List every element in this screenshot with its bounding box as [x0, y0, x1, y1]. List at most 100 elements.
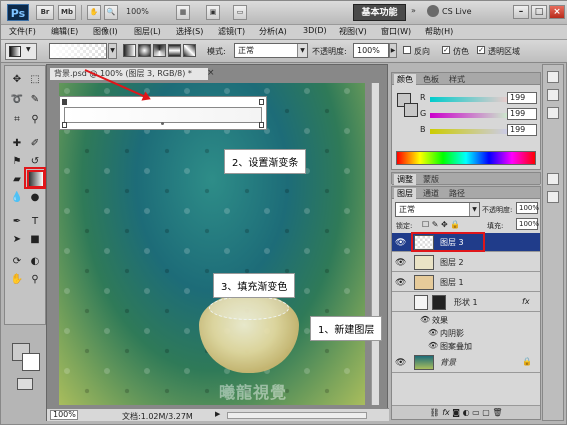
- menu-window[interactable]: 窗口(W): [381, 26, 411, 37]
- gradient-picker[interactable]: [49, 43, 107, 59]
- b-value[interactable]: 199: [507, 124, 537, 136]
- layer-row[interactable]: 👁 图层 2: [392, 253, 540, 272]
- diamond-gradient-icon[interactable]: [183, 44, 196, 57]
- effects-row[interactable]: 👁 效果: [392, 313, 540, 326]
- dodge-icon[interactable]: ●: [27, 190, 43, 206]
- radial-gradient-icon[interactable]: [138, 44, 151, 57]
- linear-gradient-icon[interactable]: [123, 44, 136, 57]
- blur-icon[interactable]: 💧: [9, 190, 25, 206]
- eye-icon[interactable]: 👁: [420, 315, 430, 324]
- fx-icon[interactable]: fx: [522, 297, 530, 306]
- move-icon[interactable]: ✥: [9, 72, 25, 88]
- quick-select-icon[interactable]: ✎: [27, 92, 43, 108]
- pen-icon[interactable]: ✒: [9, 214, 25, 230]
- adjustment-icon[interactable]: ◐: [463, 408, 470, 417]
- brush-icon[interactable]: ✐: [27, 136, 43, 152]
- fx-icon[interactable]: fx: [442, 408, 450, 417]
- masks-icon[interactable]: [547, 191, 559, 203]
- quick-mask-icon[interactable]: [17, 378, 33, 390]
- layer-row[interactable]: 形状 1 fx: [392, 293, 540, 312]
- color-stop-left[interactable]: [62, 122, 67, 128]
- lasso-icon[interactable]: ➰: [9, 92, 25, 108]
- layer-row[interactable]: 👁 背景 🔒: [392, 353, 540, 373]
- group-icon[interactable]: ▭: [472, 408, 480, 417]
- hand-icon[interactable]: ✋: [9, 272, 25, 288]
- tab-adjustments[interactable]: 调整: [394, 174, 416, 185]
- opacity-stop-right[interactable]: [259, 99, 264, 105]
- fill-input[interactable]: 100%: [516, 218, 539, 230]
- zoom-field[interactable]: 100%: [50, 410, 78, 420]
- menu-3d[interactable]: 3D(D): [303, 26, 327, 35]
- type-icon[interactable]: T: [27, 214, 43, 230]
- blend-mode-select[interactable]: 正常 ▼: [395, 202, 480, 217]
- tab-styles[interactable]: 样式: [446, 74, 468, 85]
- workspace-menu-arrow-icon[interactable]: »: [411, 6, 416, 15]
- 3d-orbit-icon[interactable]: ◐: [27, 254, 43, 270]
- close-icon[interactable]: ×: [207, 68, 215, 78]
- midpoint-diamond[interactable]: [161, 122, 164, 125]
- tab-paths[interactable]: 路径: [446, 188, 468, 199]
- hand-icon[interactable]: ✋: [87, 5, 101, 20]
- eye-icon[interactable]: 👁: [395, 258, 406, 268]
- trash-icon[interactable]: 🗑: [492, 408, 502, 417]
- history-icon[interactable]: [547, 71, 559, 83]
- opacity-input[interactable]: 100%: [353, 43, 389, 58]
- b-slider[interactable]: [430, 129, 515, 134]
- mode-select[interactable]: 正常 ▼: [234, 43, 308, 58]
- healing-brush-icon[interactable]: ✚: [9, 136, 25, 152]
- menu-select[interactable]: 选择(S): [176, 26, 203, 37]
- mask-icon[interactable]: ◙: [452, 408, 460, 417]
- menu-view[interactable]: 视图(V): [339, 26, 367, 37]
- vertical-scrollbar[interactable]: [371, 83, 379, 405]
- eye-icon[interactable]: 👁: [428, 341, 438, 350]
- dither-checkbox[interactable]: ✓: [442, 46, 450, 54]
- arrange-icon[interactable]: ▣: [206, 5, 220, 20]
- path-select-icon[interactable]: ➤: [9, 232, 25, 248]
- crop-icon[interactable]: ⌗: [9, 112, 25, 128]
- menu-edit[interactable]: 编辑(E): [51, 26, 78, 37]
- new-layer-icon[interactable]: ▢: [482, 408, 490, 417]
- shape-icon[interactable]: ■: [27, 232, 43, 248]
- adjustments-icon[interactable]: [547, 173, 559, 185]
- eraser-icon[interactable]: ▰: [9, 172, 25, 188]
- cs-live-button[interactable]: CS Live: [442, 7, 472, 16]
- g-slider[interactable]: [430, 113, 515, 118]
- g-value[interactable]: 199: [507, 108, 537, 120]
- color-stop-right[interactable]: [259, 122, 264, 128]
- maximize-button[interactable]: □: [531, 5, 547, 19]
- grid-icon[interactable]: ▦: [176, 5, 190, 20]
- minimize-button[interactable]: –: [513, 5, 529, 19]
- eye-icon[interactable]: 👁: [395, 358, 406, 368]
- gradient-dropdown-icon[interactable]: ▼: [108, 43, 117, 59]
- menu-file[interactable]: 文件(F): [9, 26, 36, 37]
- tab-channels[interactable]: 通道: [420, 188, 442, 199]
- clone-stamp-icon[interactable]: ⚑: [9, 154, 25, 170]
- screen-mode-icon[interactable]: ▭: [233, 5, 247, 20]
- lock-icons[interactable]: ☐ ✎ ✥ 🔒: [422, 220, 460, 229]
- marquee-icon[interactable]: ⬚: [27, 72, 43, 88]
- tab-layers[interactable]: 图层: [394, 188, 416, 199]
- r-value[interactable]: 199: [507, 92, 537, 104]
- document-tab[interactable]: 背景.psd @ 100% (图层 3, RGB/8) *: [49, 67, 209, 81]
- close-button[interactable]: ×: [549, 5, 565, 19]
- bg-color-box[interactable]: [404, 103, 418, 117]
- layer-row[interactable]: 👁 图层 1: [392, 273, 540, 292]
- canvas[interactable]: 曦龍視覺WWW.TLVI.NET: [59, 83, 365, 405]
- tool-preset-picker[interactable]: ▼: [5, 43, 37, 60]
- opacity-dropdown-icon[interactable]: ▶: [389, 43, 397, 58]
- menu-layer[interactable]: 图层(L): [134, 26, 161, 37]
- effect-inner-shadow[interactable]: 👁 内阴影: [392, 326, 540, 339]
- menu-image[interactable]: 图像(I): [93, 26, 118, 37]
- tab-masks[interactable]: 蒙版: [420, 174, 442, 185]
- opacity-stop-left[interactable]: [62, 99, 67, 105]
- zoom-level[interactable]: 100%: [126, 7, 149, 16]
- reflected-gradient-icon[interactable]: [168, 44, 181, 57]
- horizontal-scrollbar[interactable]: [227, 412, 367, 419]
- essentials-button[interactable]: 基本功能: [353, 4, 406, 21]
- angle-gradient-icon[interactable]: [153, 44, 166, 57]
- bridge-button[interactable]: Br: [36, 5, 54, 20]
- zoom-icon[interactable]: 🔍: [104, 5, 118, 20]
- eyedropper-icon[interactable]: ⚲: [27, 112, 43, 128]
- menu-help[interactable]: 帮助(H): [425, 26, 453, 37]
- r-slider[interactable]: [430, 97, 515, 102]
